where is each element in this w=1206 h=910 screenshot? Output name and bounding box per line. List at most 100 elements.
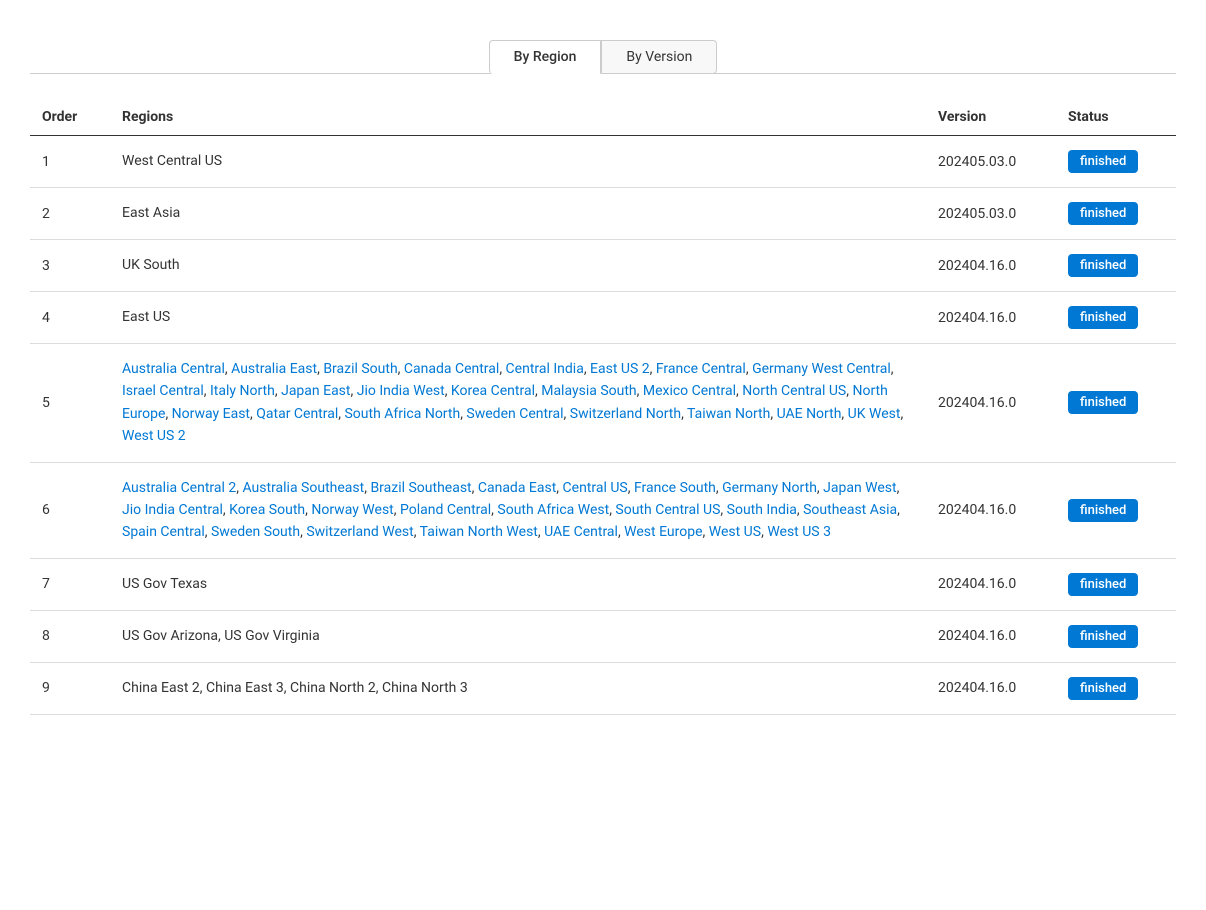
cell-order: 2 xyxy=(30,188,110,240)
region-text: China North 2 xyxy=(290,680,376,696)
cell-regions: US Gov Texas xyxy=(110,558,926,610)
region-link[interactable]: Norway East xyxy=(172,406,250,422)
cell-version: 202404.16.0 xyxy=(926,292,1056,344)
cell-regions: UK South xyxy=(110,240,926,292)
region-text: , xyxy=(900,406,903,422)
region-link[interactable]: East US 2 xyxy=(590,361,650,377)
region-link[interactable]: Japan West xyxy=(823,480,896,496)
cell-version: 202405.03.0 xyxy=(926,136,1056,188)
region-link[interactable]: France Central xyxy=(656,361,746,377)
region-link[interactable]: Switzerland West xyxy=(306,524,413,540)
region-link[interactable]: Malaysia South xyxy=(541,383,636,399)
region-link[interactable]: West Europe xyxy=(624,524,702,540)
status-badge: finished xyxy=(1068,677,1138,700)
cell-order: 7 xyxy=(30,558,110,610)
region-link[interactable]: Germany North xyxy=(722,480,817,496)
region-link[interactable]: Australia East xyxy=(231,361,317,377)
region-link[interactable]: Brazil Southeast xyxy=(370,480,471,496)
cell-order: 1 xyxy=(30,136,110,188)
region-link[interactable]: Jio India West xyxy=(357,383,445,399)
region-link[interactable]: Germany West Central xyxy=(752,361,891,377)
region-link[interactable]: West US 3 xyxy=(767,524,831,540)
status-badge: finished xyxy=(1068,202,1138,225)
region-link[interactable]: Australia Central 2 xyxy=(122,480,236,496)
header-status: Status xyxy=(1056,99,1176,136)
region-link[interactable]: Korea Central xyxy=(451,383,535,399)
table-row: 5Australia Central, Australia East, Braz… xyxy=(30,344,1176,463)
region-link[interactable]: Qatar Central xyxy=(256,406,338,422)
region-link[interactable]: Mexico Central xyxy=(643,383,736,399)
table-row: 6 Australia Central 2, Australia Southeas… xyxy=(30,462,1176,558)
region-link[interactable]: West US 2 xyxy=(122,428,186,444)
cell-status: finished xyxy=(1056,240,1176,292)
region-link[interactable]: UK West xyxy=(848,406,901,422)
region-text: China East 3 xyxy=(206,680,284,696)
cell-order: 3 xyxy=(30,240,110,292)
table-container: Order Regions Version Status 1West Centr… xyxy=(30,99,1176,715)
tab-by-version[interactable]: By Version xyxy=(601,40,717,74)
region-link[interactable]: Australia Southeast xyxy=(242,480,364,496)
cell-order: 6 xyxy=(30,462,110,558)
region-link[interactable]: Poland Central xyxy=(400,502,491,518)
region-link[interactable]: Sweden South xyxy=(211,524,300,540)
region-link[interactable]: Norway West xyxy=(311,502,393,518)
status-badge: finished xyxy=(1068,306,1138,329)
region-link[interactable]: Taiwan North xyxy=(687,406,770,422)
table-row: 8US Gov Arizona, US Gov Virginia202404.1… xyxy=(30,610,1176,662)
region-link[interactable]: UAE North xyxy=(777,406,842,422)
cell-status: finished xyxy=(1056,344,1176,463)
region-text: , xyxy=(891,361,894,377)
status-badge: finished xyxy=(1068,573,1138,596)
cell-status: finished xyxy=(1056,558,1176,610)
region-text: , xyxy=(897,502,900,518)
region-link[interactable]: South Africa West xyxy=(497,502,609,518)
cell-order: 5 xyxy=(30,344,110,463)
status-badge: finished xyxy=(1068,254,1138,277)
region-link[interactable]: North Central US xyxy=(742,383,846,399)
cell-regions: East US xyxy=(110,292,926,344)
region-link[interactable]: Southeast Asia xyxy=(803,502,897,518)
region-link[interactable]: Central India xyxy=(506,361,584,377)
region-text: China East 2 xyxy=(122,680,200,696)
region-link[interactable]: Japan East xyxy=(281,383,350,399)
table-header-row: Order Regions Version Status xyxy=(30,99,1176,136)
region-link[interactable]: Italy North xyxy=(210,383,275,399)
region-text: US Gov Arizona xyxy=(122,628,218,644)
region-link[interactable]: Jio India Central xyxy=(122,502,223,518)
region-link[interactable]: Central US xyxy=(563,480,628,496)
cell-regions: West Central US xyxy=(110,136,926,188)
region-link[interactable]: Korea South xyxy=(229,502,305,518)
cell-status: finished xyxy=(1056,662,1176,714)
table-row: 1West Central US202405.03.0finished xyxy=(30,136,1176,188)
header-version: Version xyxy=(926,99,1056,136)
status-badge: finished xyxy=(1068,391,1138,414)
cell-version: 202405.03.0 xyxy=(926,188,1056,240)
release-order-table: Order Regions Version Status 1West Centr… xyxy=(30,99,1176,715)
region-link[interactable]: Canada Central xyxy=(404,361,499,377)
cell-regions: Australia Central, Australia East, Brazi… xyxy=(110,344,926,463)
region-link[interactable]: Australia Central xyxy=(122,361,225,377)
region-link[interactable]: South Central US xyxy=(615,502,720,518)
cell-version: 202404.16.0 xyxy=(926,558,1056,610)
region-link[interactable]: France South xyxy=(634,480,716,496)
region-link[interactable]: Sweden Central xyxy=(466,406,563,422)
region-text: US Gov Texas xyxy=(122,576,207,592)
table-row: 9China East 2, China East 3, China North… xyxy=(30,662,1176,714)
region-link[interactable]: Canada East xyxy=(478,480,556,496)
table-row: 2East Asia202405.03.0finished xyxy=(30,188,1176,240)
cell-status: finished xyxy=(1056,136,1176,188)
cell-status: finished xyxy=(1056,292,1176,344)
region-link[interactable]: Spain Central xyxy=(122,524,205,540)
region-link[interactable]: South Africa North xyxy=(344,406,460,422)
region-link[interactable]: Israel Central xyxy=(122,383,204,399)
region-link[interactable]: South India xyxy=(727,502,797,518)
region-link[interactable]: UAE Central xyxy=(544,524,618,540)
region-link[interactable]: Brazil South xyxy=(323,361,397,377)
region-link[interactable]: Switzerland North xyxy=(570,406,681,422)
tabs-container: By Region By Version xyxy=(30,40,1176,74)
region-link[interactable]: West US xyxy=(709,524,761,540)
region-link[interactable]: Taiwan North West xyxy=(420,524,538,540)
tab-by-region[interactable]: By Region xyxy=(489,40,602,74)
cell-status: finished xyxy=(1056,462,1176,558)
cell-order: 4 xyxy=(30,292,110,344)
